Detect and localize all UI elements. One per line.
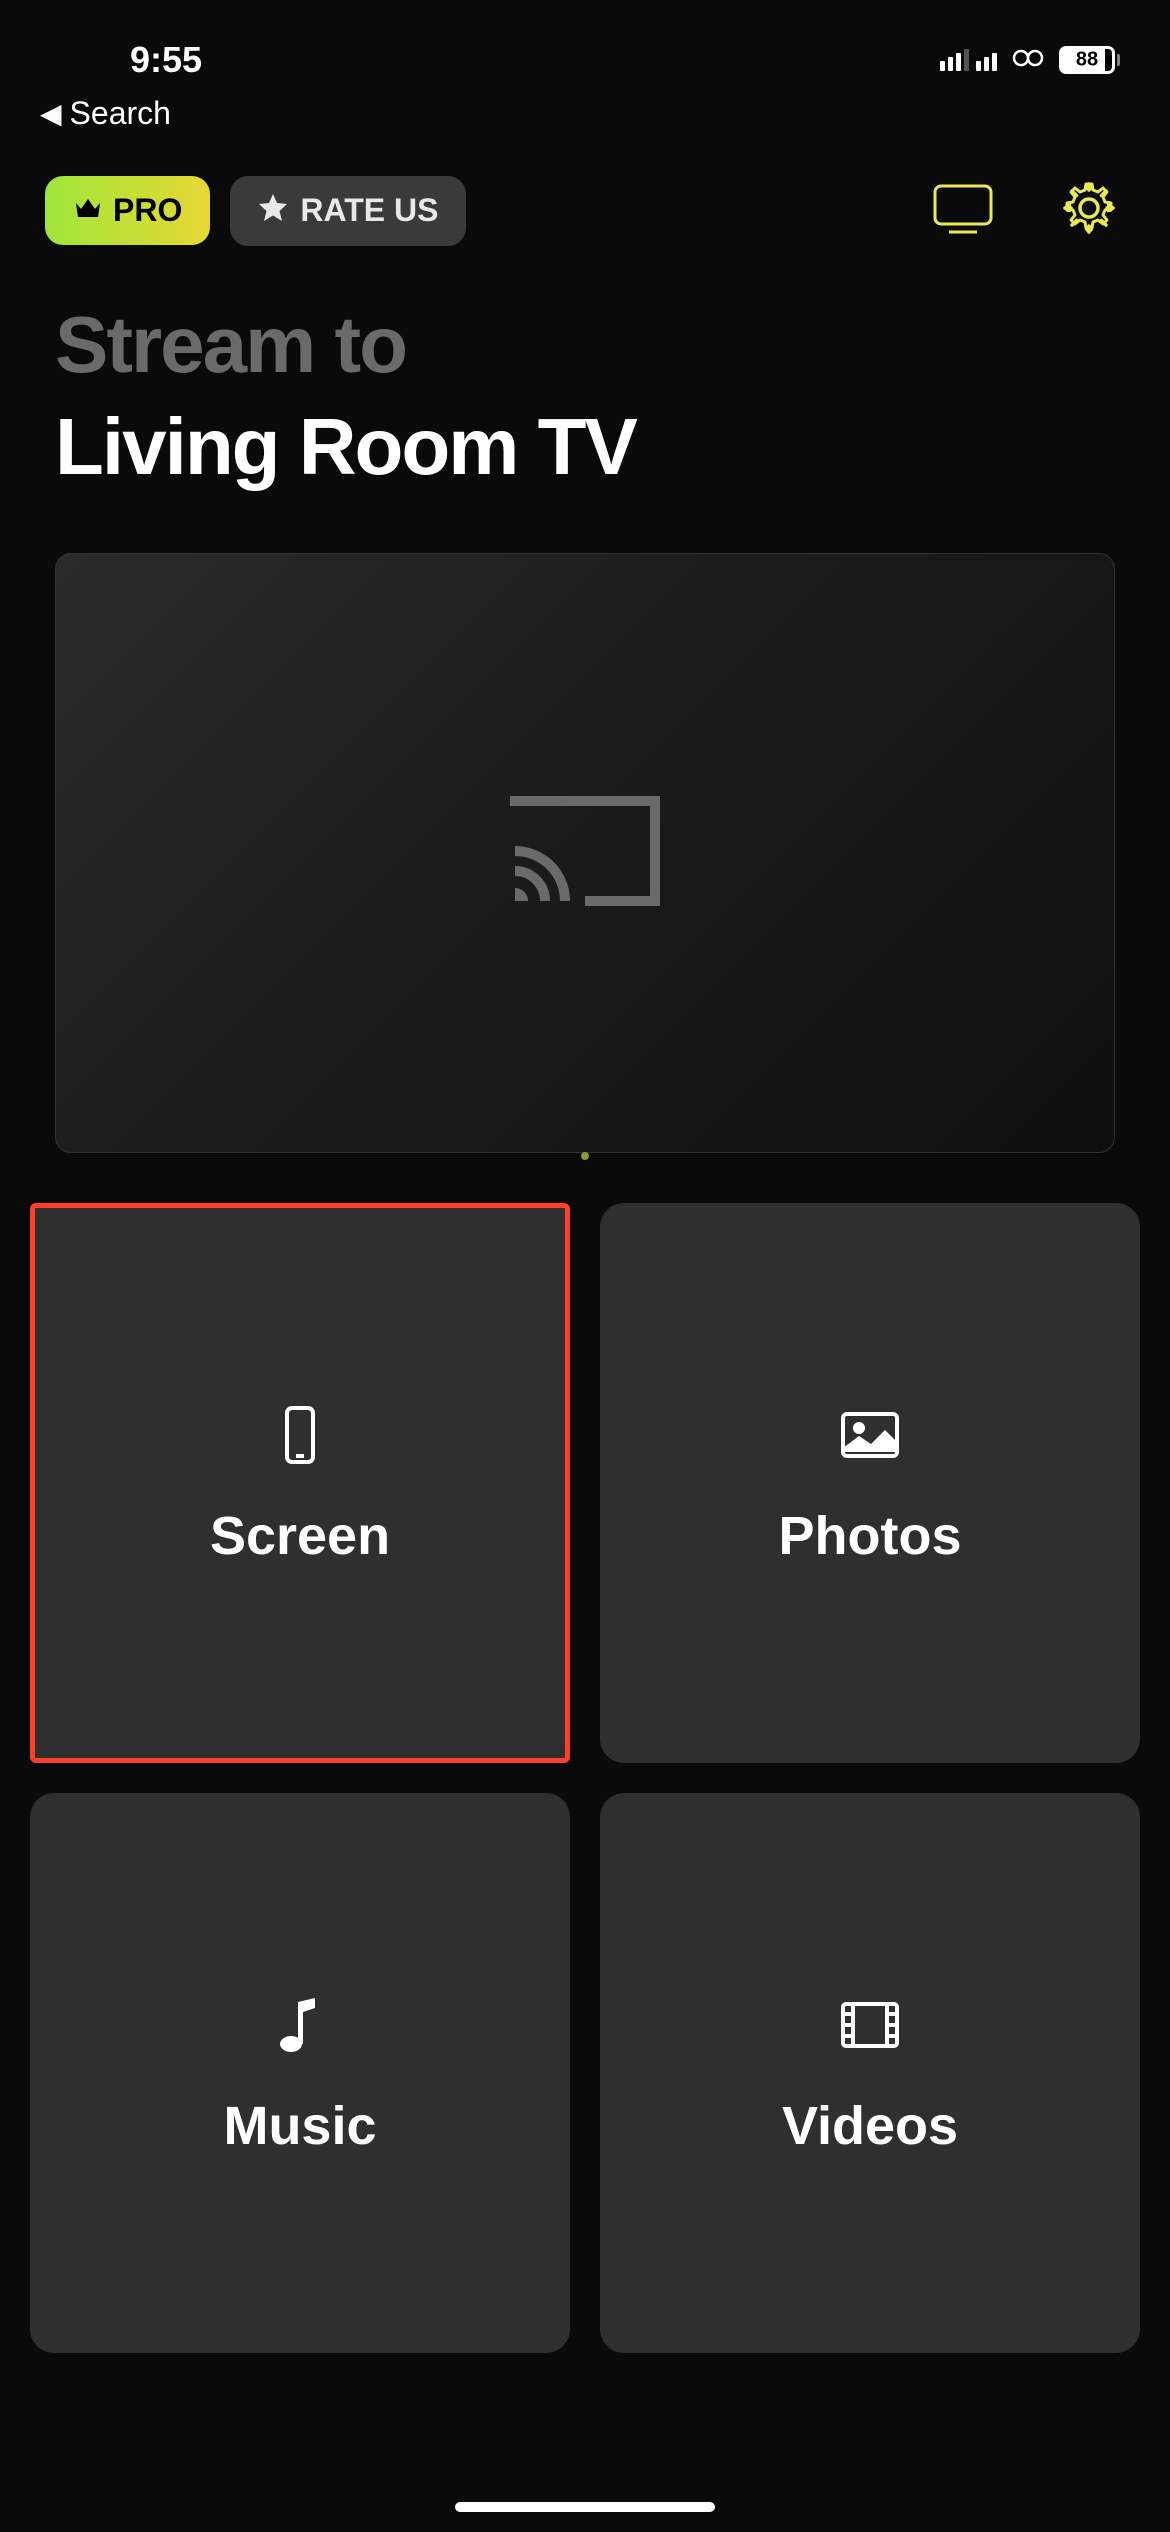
tile-videos-label: Videos [782,2095,958,2157]
rate-us-button[interactable]: RATE US [230,176,466,246]
status-time: 9:55 [130,39,202,81]
tile-photos-label: Photos [779,1505,962,1567]
status-bar: 9:55 88 [0,0,1170,100]
link-icon [1009,44,1047,77]
back-label: Search [70,95,171,132]
toolbar: PRO RATE US [0,152,1170,269]
pro-button[interactable]: PRO [45,176,210,245]
header: Stream to Living Room TV [0,269,1170,513]
battery-indicator: 88 [1059,46,1120,74]
tile-music[interactable]: Music [30,1793,570,2353]
rate-label: RATE US [300,192,438,229]
image-icon [835,1400,905,1475]
back-chevron-icon: ◀ [40,97,62,130]
tile-music-label: Music [223,2095,376,2157]
crown-icon [73,192,103,229]
cast-icon [505,786,665,921]
film-icon [835,1990,905,2065]
tile-screen-label: Screen [210,1505,390,1567]
tile-screen[interactable]: Screen [30,1203,570,1763]
status-right: 88 [940,44,1120,77]
tv-preview[interactable] [55,553,1115,1153]
signal-icon [940,49,997,71]
pro-label: PRO [113,192,182,229]
back-nav[interactable]: ◀ Search [0,95,1170,132]
tile-photos[interactable]: Photos [600,1203,1140,1763]
tile-grid: Screen Photos Music [0,1203,1170,2353]
phone-icon [265,1400,335,1475]
device-name: Living Room TV [55,401,1115,493]
music-note-icon [265,1990,335,2065]
home-indicator[interactable] [455,2502,715,2512]
battery-percent: 88 [1076,49,1098,72]
tile-videos[interactable]: Videos [600,1793,1140,2353]
settings-button[interactable] [1053,172,1125,249]
cast-device-button[interactable] [923,174,1003,247]
star-icon [258,192,288,230]
stream-to-label: Stream to [55,299,1115,391]
